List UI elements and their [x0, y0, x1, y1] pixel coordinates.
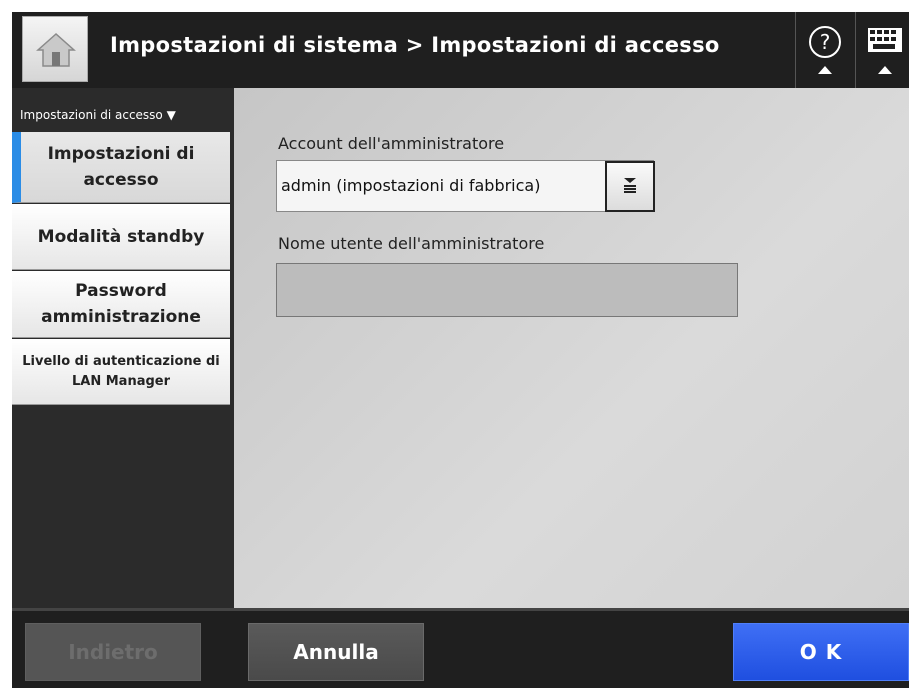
sidebar-item-admin-password[interactable]: Password amministrazione [12, 271, 230, 338]
home-button[interactable] [22, 16, 88, 82]
admin-account-select[interactable]: admin (impostazioni di fabbrica) [276, 160, 655, 212]
help-button[interactable]: ? [795, 12, 853, 88]
page-title: Impostazioni di sistema > Impostazioni d… [110, 33, 720, 57]
sidebar-item-access-settings[interactable]: Impostazioni di accesso [12, 132, 230, 203]
sidebar-item-label: Impostazioni di accesso [47, 144, 195, 190]
admin-account-dropdown-button[interactable] [605, 161, 655, 212]
ok-button[interactable]: O K [733, 623, 909, 681]
help-icon: ? [809, 26, 841, 74]
sidebar: Impostazioni di accesso ▼ Impostazioni d… [12, 88, 234, 608]
keyboard-icon [868, 28, 902, 74]
list-dropdown-icon [624, 178, 636, 193]
svg-text:?: ? [820, 30, 831, 54]
footer-divider [12, 608, 909, 611]
keyboard-button[interactable] [855, 12, 909, 88]
sidebar-item-label: Modalità standby [37, 226, 205, 247]
admin-account-label: Account dell'amministratore [278, 134, 505, 153]
admin-username-field[interactable] [276, 263, 738, 317]
sidebar-item-label: Livello di autenticazione di LAN Manager [22, 353, 220, 389]
admin-username-label: Nome utente dell'amministratore [278, 234, 545, 253]
header: Impostazioni di sistema > Impostazioni d… [0, 0, 909, 88]
sidebar-item-standby-mode[interactable]: Modalità standby [12, 204, 230, 270]
sidebar-item-lan-manager-auth[interactable]: Livello di autenticazione di LAN Manager [12, 339, 230, 405]
home-icon [36, 32, 76, 67]
sidebar-item-label: Password amministrazione [41, 281, 201, 327]
main-panel: Account dell'amministratore admin (impos… [234, 88, 909, 608]
cancel-button[interactable]: Annulla [248, 623, 424, 681]
back-button[interactable]: Indietro [25, 623, 201, 681]
admin-account-value: admin (impostazioni di fabbrica) [281, 176, 541, 195]
sidebar-header[interactable]: Impostazioni di accesso ▼ [12, 88, 234, 132]
